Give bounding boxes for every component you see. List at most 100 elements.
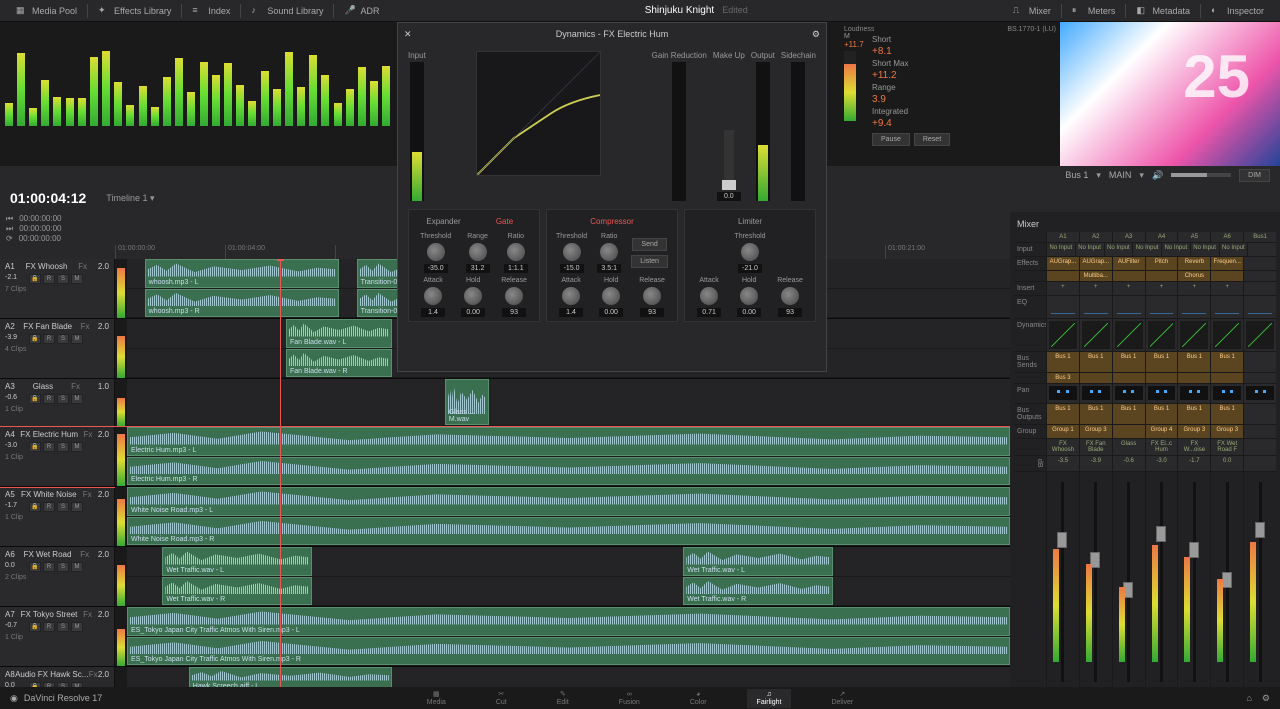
dynamics-curve-graph[interactable] (476, 51, 601, 176)
eq-thumb[interactable] (1112, 296, 1145, 318)
mixer-cell[interactable] (1112, 271, 1145, 281)
mixer-cell[interactable]: No Input (1219, 243, 1248, 256)
audio-clip[interactable]: Glass ... M.wav (445, 379, 489, 425)
solo-btn[interactable]: S (57, 562, 69, 572)
mixer-cell[interactable]: + (1145, 282, 1178, 295)
mixer-cell[interactable]: A3 (1112, 232, 1145, 242)
lim-release-knob[interactable] (780, 286, 800, 306)
audio-clip[interactable]: Electric Hum.mp3 - R (127, 457, 1010, 486)
dim-button[interactable]: DIM (1239, 169, 1270, 182)
dynamics-thumb[interactable] (1079, 319, 1112, 351)
mixer-cell[interactable]: Group 3 (1177, 425, 1210, 438)
dynamics-thumb[interactable] (1177, 319, 1210, 351)
mixer-cell[interactable]: FX El..c Hum (1145, 439, 1178, 455)
index-btn[interactable]: ≡Index (184, 5, 238, 17)
mixer-cell[interactable]: Group 4 (1145, 425, 1178, 438)
mixer-cell[interactable]: + (1112, 282, 1145, 295)
comp-release-knob[interactable] (642, 286, 662, 306)
audio-clip[interactable]: Wet Traffic.wav - L (683, 547, 833, 576)
mixer-cell[interactable] (1145, 373, 1178, 383)
fairlight-page-tab[interactable]: ♫Fairlight (747, 689, 792, 708)
fader-handle[interactable] (1057, 532, 1067, 548)
audio-clip[interactable]: Wet Traffic.wav - R (162, 577, 312, 606)
close-icon[interactable]: ✕ (404, 29, 412, 40)
mixer-cell[interactable]: Glass (1112, 439, 1145, 455)
solo-btn[interactable]: S (57, 622, 69, 632)
effects-library-btn[interactable]: ✦Effects Library (90, 5, 179, 17)
compressor-tab[interactable]: Compressor (551, 214, 673, 229)
pan-control[interactable] (1046, 384, 1079, 403)
mixer-cell[interactable] (1145, 271, 1178, 281)
mixer-cell[interactable]: A2 (1079, 232, 1112, 242)
mixer-cell[interactable]: -1.7 (1177, 456, 1210, 471)
solo-btn[interactable]: S (57, 334, 69, 344)
fader-track[interactable] (1160, 482, 1163, 682)
exp-release-knob[interactable] (504, 286, 524, 306)
track-header[interactable]: A2FX Fan BladeFx2.0 -3.9🔒RSM 4 Clips (0, 319, 115, 378)
solo-btn[interactable]: S (57, 502, 69, 512)
mute-btn[interactable]: M (71, 274, 83, 284)
video-viewer[interactable] (1060, 22, 1280, 166)
edit-page-tab[interactable]: ✎Edit (547, 688, 579, 708)
solo-btn[interactable]: S (57, 394, 69, 404)
mixer-cell[interactable] (1210, 271, 1243, 281)
lock-btn[interactable]: 🔒 (29, 394, 41, 404)
mute-btn[interactable]: M (71, 442, 83, 452)
mixer-cell[interactable]: AUGrap... (1079, 257, 1112, 270)
mixer-cell[interactable]: A5 (1177, 232, 1210, 242)
audio-clip[interactable]: Fan Blade.wav - R (286, 349, 392, 378)
pan-control[interactable] (1112, 384, 1145, 403)
fader-track[interactable] (1094, 482, 1097, 682)
audio-clip[interactable]: Electric Hum.mp3 - L (127, 427, 1010, 456)
track-lane[interactable]: Electric Hum.mp3 - LElectric Hum.mp3 - R (127, 427, 1010, 486)
lock-btn[interactable]: 🔒 (29, 622, 41, 632)
mixer-cell[interactable]: A4 (1145, 232, 1178, 242)
mixer-cell[interactable]: Bus 1 (1177, 404, 1210, 424)
dynamics-thumb[interactable] (1243, 319, 1276, 351)
speaker-icon[interactable]: 🔊 (1152, 170, 1163, 181)
dynamics-thumb[interactable] (1046, 319, 1079, 351)
deliver-page-tab[interactable]: ↗Deliver (821, 688, 863, 708)
mixer-cell[interactable]: Bus 1 (1145, 404, 1178, 424)
goto-end-btn[interactable]: ⏭ (6, 224, 13, 234)
mixer-cell[interactable]: -0.6 (1112, 456, 1145, 471)
fader-track[interactable] (1193, 482, 1196, 682)
track-lane[interactable]: Wet Traffic.wav - LWet Traffic.wav - LWe… (127, 547, 1010, 606)
mixer-cell[interactable]: + (1079, 282, 1112, 295)
arm-btn[interactable]: R (43, 622, 55, 632)
track-header[interactable]: A7FX Tokyo StreetFx2.0 -0.7🔒RSM 1 Clip (0, 607, 115, 666)
mixer-cell[interactable]: Bus 1 (1046, 352, 1079, 372)
home-icon[interactable]: ⌂ (1246, 693, 1251, 704)
mixer-cell[interactable]: Bus 1 (1210, 404, 1243, 424)
lock-btn[interactable]: 🔒 (29, 442, 41, 452)
mixer-cell[interactable]: -3.5 (1046, 456, 1079, 471)
loudness-reset[interactable]: Reset (914, 133, 950, 146)
mixer-cell[interactable]: Frequen... (1210, 257, 1243, 270)
mixer-cell[interactable]: Reverb (1177, 257, 1210, 270)
mixer-cell[interactable]: + (1210, 282, 1243, 295)
inspector-btn[interactable]: ◐Inspector (1203, 5, 1272, 17)
track-lane[interactable]: Hawk Screech.aiff - L (127, 667, 1010, 687)
adr-btn[interactable]: 🎤ADR (336, 5, 387, 17)
mixer-cell[interactable] (1112, 373, 1145, 383)
solo-btn[interactable]: S (57, 442, 69, 452)
fader-track[interactable] (1061, 482, 1064, 682)
audio-clip[interactable]: whoosh.mp3 - R (145, 289, 339, 318)
arm-btn[interactable]: R (43, 562, 55, 572)
mixer-cell[interactable]: Group 3 (1079, 425, 1112, 438)
limiter-tab[interactable]: Limiter (689, 214, 811, 229)
exp-range-knob[interactable] (468, 242, 488, 262)
mixer-cell[interactable] (1177, 373, 1210, 383)
audio-clip[interactable]: Hawk Screech.aiff - L (189, 667, 392, 687)
mute-btn[interactable]: M (71, 502, 83, 512)
mixer-cell[interactable]: A1 (1046, 232, 1079, 242)
mixer-cell[interactable]: + (1177, 282, 1210, 295)
arm-btn[interactable]: R (43, 442, 55, 452)
lock-btn[interactable]: 🔒 (29, 274, 41, 284)
audio-clip[interactable]: ES_Tokyo Japan City Traffic Atmos With S… (127, 607, 1010, 636)
mixer-cell[interactable]: + (1046, 282, 1079, 295)
dynamics-thumb[interactable] (1145, 319, 1178, 351)
exp-ratio-knob[interactable] (506, 242, 526, 262)
mixer-cell[interactable]: FX Fan Blade (1079, 439, 1112, 455)
audio-clip[interactable]: whoosh.mp3 - L (145, 259, 339, 288)
